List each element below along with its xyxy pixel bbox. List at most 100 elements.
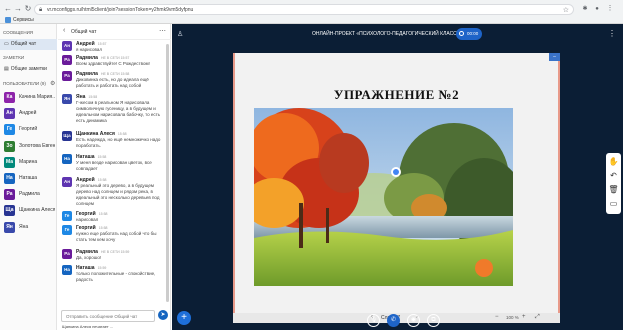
avatar: Ге [62, 211, 72, 221]
chat-header: ‹ Общий чат ⋯ [58, 24, 171, 40]
plus-icon: + [181, 312, 187, 323]
user-list-item[interactable]: Ан Андрей [0, 106, 57, 121]
profile-icon[interactable]: ● [592, 4, 602, 14]
avatar: Зо [4, 140, 15, 152]
zoom-in-button[interactable]: + [522, 314, 526, 320]
message-text: Есть надежда, но ещё немножечко надо пор… [76, 137, 161, 148]
message-text: Диковинка есть, но до идеала ещё работат… [76, 77, 149, 88]
notes-section-header: ЗАМЕТКИ [3, 55, 25, 60]
options-menu-icon[interactable]: ⋮ [608, 29, 616, 38]
camera-button[interactable]: ◉ [407, 314, 420, 327]
avatar: Ге [4, 124, 15, 136]
presentation-area: ♙ ОНЛАЙН-ПРОЕКТ «ПСИХОЛОГО-ПЕДАГОГИЧЕСКИ… [172, 24, 623, 330]
session-header: ♙ ОНЛАЙН-ПРОЕКТ «ПСИХОЛОГО-ПЕДАГОГИЧЕСКИ… [172, 24, 623, 46]
chevron-left-icon[interactable]: ‹ [63, 27, 65, 34]
session-title: ОНЛАЙН-ПРОЕКТ «ПСИХОЛОГО-ПЕДАГОГИЧЕСКИЙ … [312, 31, 460, 37]
message-composer [61, 310, 155, 322]
autumn-landscape-image [254, 108, 513, 286]
avatar: На [62, 265, 72, 275]
user-list-item[interactable]: На Наташа [0, 171, 57, 186]
avatar: Ща [4, 205, 15, 217]
user-name: Щанкина Алеся [19, 207, 55, 214]
trash-icon[interactable]: 🗑︎ [606, 183, 621, 197]
user-name: Яна [19, 223, 29, 230]
record-icon [459, 31, 464, 37]
browser-toolbar: ← → ↻ 🔒︎ vr.mconfiggs.ru/html5client/joi… [0, 3, 623, 16]
menu-icon[interactable]: ⋮ [605, 4, 615, 14]
url-text: vr.mconfiggs.ru/html5client/join?session… [47, 7, 194, 13]
fit-to-width-icon[interactable]: ⤢ [535, 314, 540, 321]
minimize-presentation-button[interactable]: – [549, 53, 560, 61]
user-list-item[interactable]: Ка Качина Мария... [0, 90, 57, 105]
message-time: 15:58 [97, 155, 107, 159]
user-name: Радмила [19, 191, 40, 198]
user-name: Качина Мария... [19, 94, 55, 100]
star-icon[interactable]: ☆ [563, 6, 569, 14]
chat-title: Общий чат [71, 29, 97, 35]
whiteboard-icon[interactable]: ▭ [606, 197, 621, 211]
address-bar[interactable]: 🔒︎ vr.mconfiggs.ru/html5client/join?sess… [34, 4, 574, 15]
send-icon: ➤ [160, 312, 166, 318]
lock-icon: 🔒︎ [39, 7, 43, 13]
slide: – УПРАЖНЕНИЕ №2 [233, 53, 560, 313]
message-time: 15:58 [117, 132, 127, 136]
screenshare-button[interactable]: ⧉ [427, 314, 440, 327]
avatar: Ра [62, 55, 72, 65]
user-name: Андрей [19, 110, 37, 117]
apps-icon[interactable] [5, 17, 11, 23]
mic-button[interactable]: 🎙︎ [367, 314, 380, 327]
message-text: Всем здравствуйте! С Рождеством! [76, 61, 150, 66]
avatar: Ма [4, 156, 15, 168]
user-list-item[interactable]: Ге Георгий [0, 122, 57, 137]
sidebar-item-shared-notes[interactable]: ▤ Общие заметки [0, 64, 57, 75]
phone-button[interactable]: ✆ [387, 314, 400, 327]
actions-button[interactable]: + [177, 311, 191, 325]
message-text: нарисовал [76, 217, 99, 222]
avatar: Ян [62, 94, 72, 104]
message-text: У меня везде нарисован цветок, все совпа… [76, 160, 152, 171]
message-time: 15:58 [88, 95, 98, 99]
record-button[interactable]: 00:00 [456, 28, 482, 40]
user-list-item[interactable]: Ян Яна [0, 220, 57, 235]
settings-icon[interactable]: ⚙ [50, 80, 55, 87]
send-button[interactable]: ➤ [158, 310, 168, 320]
message-time: 15:57 [97, 42, 107, 46]
message-list: Ан Андрей 15:57 я нарисовал Ра Радмила НЕ В СЕ… [58, 41, 171, 305]
bookmark-services[interactable]: Сервисы [13, 17, 34, 23]
messages-section-header: СООБЩЕНИЯ [3, 30, 34, 35]
avatar: Ан [62, 41, 72, 51]
media-controls: 🎙︎ ✆ ◉ ⧉ [367, 314, 457, 328]
user-list-item[interactable]: Ща Щанкина Алеся [0, 203, 57, 218]
zoom-out-button[interactable]: − [495, 314, 499, 320]
message-text: Да, хорошо! [76, 255, 102, 260]
user-list-item[interactable]: Ма Марина [0, 155, 57, 170]
user-sidebar: СООБЩЕНИЯ ▭ Общий чат ЗАМЕТКИ ▤ Общие заме… [0, 24, 57, 330]
whiteboard-toolbar: ✋ ↶ 🗑︎ ▭ [606, 153, 621, 214]
avatar: Ге [62, 225, 72, 235]
back-icon[interactable]: ← [3, 4, 13, 14]
avatar: Ка [4, 92, 15, 103]
extension-icon[interactable]: ✱ [580, 4, 590, 14]
avatar: Ра [62, 249, 72, 259]
user-name: Золотова Евгени... [19, 142, 55, 149]
mic-icon: 🎙︎ [369, 317, 378, 323]
message-time: 15:58 [98, 212, 108, 216]
undo-icon[interactable]: ↶ [606, 169, 621, 183]
user-name: Наташа [19, 175, 38, 181]
avatar: Ра [4, 189, 15, 201]
reload-icon[interactable]: ↻ [23, 4, 33, 14]
chat-options-icon[interactable]: ⋯ [159, 27, 166, 35]
sidebar-item-public-chat[interactable]: ▭ Общий чат [0, 39, 57, 50]
hand-icon[interactable]: ✋ [606, 155, 621, 169]
chat-scrollbar[interactable] [166, 44, 169, 302]
avatar: Ра [62, 71, 72, 81]
browser-chrome: ← → ↻ 🔒︎ vr.mconfiggs.ru/html5client/joi… [0, 0, 623, 24]
message-time: 15:58 [98, 226, 108, 230]
forward-icon[interactable]: → [13, 4, 23, 14]
user-list-item[interactable]: Ра Радмила [0, 187, 57, 202]
user-icon[interactable]: ♙ [177, 30, 183, 38]
user-list-item[interactable]: Зо Золотова Евгени... [0, 139, 57, 154]
message-time: 15:58 [97, 178, 107, 182]
users-section-header: ПОЛЬЗОВАТЕЛИ (9) [3, 81, 46, 86]
chat-input[interactable] [62, 311, 154, 321]
